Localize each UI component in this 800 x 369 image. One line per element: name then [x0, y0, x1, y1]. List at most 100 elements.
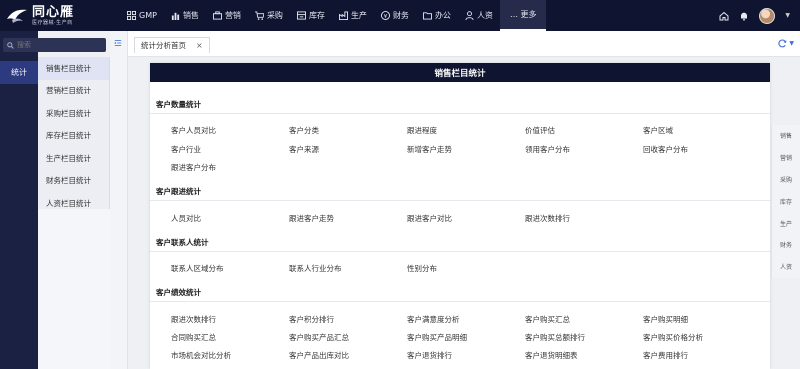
refresh-icon[interactable]: [778, 39, 787, 48]
stat-link[interactable]: 客户购买总额排行: [525, 332, 585, 343]
sidebar-item-stats[interactable]: 统计: [0, 61, 38, 84]
search-icon: [7, 41, 14, 49]
section-title-performance: 客户绩效统计: [156, 288, 201, 297]
stat-link[interactable]: 客户费用排行: [643, 350, 688, 361]
section-divider: [150, 251, 770, 252]
stat-link[interactable]: 领用客户分布: [525, 144, 570, 155]
chevron-down-icon[interactable]: ▼: [785, 12, 790, 19]
grid-icon: [127, 11, 136, 20]
right-nav-production[interactable]: 生产: [772, 212, 800, 234]
stat-link[interactable]: 客户分类: [289, 125, 319, 136]
stat-link[interactable]: 跟进次数排行: [171, 314, 216, 325]
submenu-item-marketing[interactable]: 营销栏目统计: [38, 80, 109, 103]
nav-item-more[interactable]: … 更多: [499, 0, 547, 31]
section-divider: [150, 301, 770, 302]
stat-link[interactable]: 客户行业: [171, 144, 201, 155]
nav-label: GMP: [139, 11, 157, 20]
section-title-contacts: 客户联系人统计: [156, 238, 209, 247]
avatar[interactable]: [759, 7, 776, 24]
right-nav-purchase[interactable]: 采购: [772, 169, 800, 191]
section-divider: [150, 113, 770, 114]
search-input[interactable]: [17, 41, 97, 49]
tab-tools: ▼: [778, 39, 794, 48]
section-divider: [150, 200, 770, 201]
svg-text:¥: ¥: [384, 14, 388, 20]
stat-link[interactable]: 新增客户走势: [407, 144, 452, 155]
nav-item-marketing[interactable]: 营销: [206, 0, 248, 31]
right-nav-finance[interactable]: 财务: [772, 234, 800, 256]
stat-link[interactable]: 客户购买汇总: [525, 314, 570, 325]
stat-link[interactable]: 跟进客户分布: [171, 162, 216, 173]
nav-item-hr[interactable]: 人资: [458, 0, 500, 31]
panel-title: 销售栏目统计: [150, 63, 770, 82]
logo[interactable]: 同心雁 医疗器械·生产商: [0, 0, 112, 31]
stat-link[interactable]: 合同购买汇总: [171, 332, 216, 343]
stat-link[interactable]: 客户退货明细表: [525, 350, 578, 361]
tab-bar: 统计分析首页 × ▼: [128, 31, 800, 57]
stat-link[interactable]: 客户来源: [289, 144, 319, 155]
stat-link[interactable]: 客户购买产品明细: [407, 332, 467, 343]
nav-label: 销售: [182, 11, 199, 20]
nav-item-office[interactable]: 办公: [416, 0, 458, 31]
nav-label: 库存: [308, 11, 325, 20]
right-nav-marketing[interactable]: 营销: [772, 147, 800, 169]
logo-title: 同心雁: [32, 4, 75, 20]
chevron-down-icon[interactable]: ▼: [789, 40, 794, 47]
stat-link[interactable]: 客户购买明细: [643, 314, 688, 325]
stat-link[interactable]: 客户区域: [643, 125, 673, 136]
stat-link[interactable]: 客户产品出库对比: [289, 350, 349, 361]
nav-label: 采购: [266, 11, 283, 20]
stat-link[interactable]: 客户购买产品汇总: [289, 332, 349, 343]
nav-item-production[interactable]: 生产: [332, 0, 374, 31]
stat-link[interactable]: 跟进程度: [407, 125, 437, 136]
folder-icon: [422, 12, 432, 20]
tab-label: 统计分析首页: [141, 41, 186, 50]
home-icon[interactable]: [719, 11, 729, 21]
stat-link[interactable]: 客户购买价格分析: [643, 332, 703, 343]
stat-link[interactable]: 客户积分排行: [289, 314, 334, 325]
section-title-customer-count: 客户数量统计: [156, 100, 201, 109]
section-title-followup: 客户跟进统计: [156, 187, 201, 196]
collapse-menu-icon[interactable]: [114, 39, 122, 47]
right-nav-sales[interactable]: 销售: [772, 125, 800, 147]
nav-item-gmp[interactable]: GMP: [120, 0, 164, 31]
right-nav-inventory[interactable]: 库存: [772, 190, 800, 212]
top-right-tools: ▼: [719, 0, 790, 31]
nav-label: … 更多: [509, 10, 537, 19]
stat-link[interactable]: 跟进客户走势: [289, 213, 334, 224]
nav-item-finance[interactable]: ¥ 财务: [374, 0, 416, 31]
submenu-item-purchase[interactable]: 采购栏目统计: [38, 102, 109, 125]
stat-link[interactable]: 客户退货排行: [407, 350, 452, 361]
stat-link[interactable]: 人员对比: [171, 213, 201, 224]
close-icon[interactable]: ×: [196, 41, 203, 50]
nav-item-inventory[interactable]: 库存: [290, 0, 332, 31]
nav-item-purchase[interactable]: 采购: [248, 0, 290, 31]
submenu-item-sales[interactable]: 销售栏目统计: [38, 57, 109, 80]
stat-link[interactable]: 联系人行业分布: [289, 263, 342, 274]
stat-link[interactable]: 性别分布: [407, 263, 437, 274]
right-quick-nav: 销售 营销 采购 库存 生产 财务 人资: [771, 125, 800, 278]
submenu-item-finance[interactable]: 财务栏目统计: [38, 170, 109, 193]
stat-link[interactable]: 市场机会对比分析: [171, 350, 231, 361]
logo-bird-icon: [7, 9, 27, 23]
money-icon: ¥: [380, 11, 390, 20]
right-nav-hr[interactable]: 人资: [772, 256, 800, 278]
bell-icon[interactable]: [739, 11, 749, 21]
stat-link[interactable]: 跟进客户对比: [407, 213, 452, 224]
nav-label: 办公: [434, 11, 451, 20]
stat-link[interactable]: 联系人区域分布: [171, 263, 224, 274]
cart-icon: [254, 11, 264, 20]
stat-link[interactable]: 回收客户分布: [643, 144, 688, 155]
nav-label: 财务: [392, 11, 409, 20]
submenu-item-inventory[interactable]: 库存栏目统计: [38, 125, 109, 148]
nav-label: 人资: [476, 11, 493, 20]
search-box[interactable]: [3, 38, 106, 52]
stat-link[interactable]: 客户人员对比: [171, 125, 216, 136]
tab-stats-home[interactable]: 统计分析首页 ×: [134, 37, 210, 53]
factory-icon: [338, 11, 348, 20]
submenu-item-production[interactable]: 生产栏目统计: [38, 147, 109, 170]
stat-link[interactable]: 跟进次数排行: [525, 213, 570, 224]
stat-link[interactable]: 客户满意度分析: [407, 314, 460, 325]
stat-link[interactable]: 价值评估: [525, 125, 555, 136]
nav-item-sales[interactable]: 销售: [164, 0, 206, 31]
